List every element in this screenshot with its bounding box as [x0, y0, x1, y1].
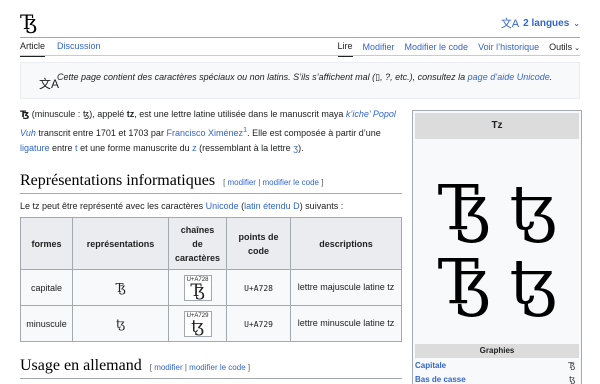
- table-header-row: formes représentations chaînes de caract…: [20, 217, 402, 270]
- glyph-box: U+A729 ꜩ: [183, 310, 212, 337]
- glyph-box: U+A728 Ꜩ: [183, 274, 212, 301]
- infobox-title: Tz: [415, 113, 579, 139]
- unicode-notice: 文A Cette page contient des caractères sp…: [20, 62, 580, 99]
- description-cell: lettre minuscule latine tz: [290, 305, 402, 342]
- form-cell: minuscule: [20, 305, 73, 342]
- edit-link[interactable]: modifier: [154, 363, 182, 372]
- glyph-cell: ꜩ: [72, 305, 169, 342]
- column-header: points de code: [226, 217, 292, 270]
- glyph-row: Ꜩ ꜩ: [437, 245, 557, 318]
- unicode-help-link[interactable]: page d’aide Unicode: [468, 72, 550, 82]
- table-row: capitale Ꜩ U+A728 Ꜩ U+A728 lettre majuscu…: [20, 269, 402, 306]
- column-header: chaînes de caractères: [167, 217, 228, 270]
- edit-source-link[interactable]: modifier le code: [189, 363, 245, 372]
- column-header: formes: [20, 217, 73, 270]
- codepoint-cell: U+A728: [226, 269, 292, 306]
- edit-link[interactable]: modifier: [228, 178, 256, 187]
- language-label: 2 langues: [523, 17, 570, 29]
- column-header: représentations: [72, 217, 169, 270]
- unicode-table: formes représentations chaînes de caract…: [20, 217, 402, 342]
- title-divider: [20, 37, 580, 38]
- tools-menu[interactable]: Outils ⌄: [549, 42, 580, 56]
- tab-edit[interactable]: Modifier: [363, 42, 395, 56]
- translate-icon: 文A: [500, 18, 520, 30]
- description-cell: lettre majuscule latine tz: [290, 269, 402, 306]
- infobox-row: Bas de casse ꜩ: [415, 375, 575, 384]
- tab-history[interactable]: Voir l’historique: [478, 42, 539, 56]
- char-string-cell: U+A728 Ꜩ: [167, 269, 228, 306]
- char-string-cell: U+A729 ꜩ: [167, 305, 228, 342]
- section-edit-links: [ modifier | modifier le code ]: [223, 178, 324, 187]
- glyph-row: Ꜩ ꜩ: [437, 171, 557, 244]
- language-button[interactable]: 文A 2 langues ⌄: [501, 15, 580, 31]
- intro-paragraph: Ꜩ (minuscule : ꜩ), appelé tz, est une le…: [20, 109, 396, 153]
- latin-extended-d-link[interactable]: latin étendu D: [244, 201, 300, 211]
- ximenez-link[interactable]: Francisco Ximénez: [166, 128, 243, 138]
- tab-edit-source[interactable]: Modifier le code: [405, 42, 469, 56]
- section-heading-german: Usage en allemand[ modifier | modifier l…: [20, 357, 402, 379]
- unicode-paragraph: Le tz peut être représenté avec les cara…: [20, 201, 344, 211]
- notice-text: Cette page contient des caractères spéci…: [57, 72, 553, 82]
- section-heading-representations: Représentations informatiques[ modifier …: [20, 172, 402, 194]
- form-cell: capitale: [20, 269, 73, 306]
- infobox: Tz Ꜩ ꜩ Ꜩ ꜩ Graphies Capitale Ꜩ Bas de cas…: [412, 110, 582, 384]
- codepoint-cell: U+A729: [226, 305, 292, 342]
- infobox-glyph-image: Ꜩ ꜩ Ꜩ ꜩ: [413, 171, 581, 319]
- tabs-divider: [20, 55, 580, 56]
- tools-label: Outils: [549, 42, 573, 52]
- chevron-down-icon: ⌄: [573, 18, 580, 28]
- edit-source-link[interactable]: modifier le code: [263, 178, 319, 187]
- unicode-link[interactable]: Unicode: [206, 201, 239, 211]
- table-row: minuscule ꜩ U+A729 ꜩ U+A729 lettre minusc…: [20, 305, 402, 342]
- chevron-down-icon: ⌄: [574, 45, 580, 52]
- infobox-row: Capitale Ꜩ: [415, 361, 575, 370]
- page-title: Ꜩ: [20, 12, 37, 34]
- ligature-link[interactable]: ligature: [20, 143, 50, 153]
- section-edit-links: [ modifier | modifier le code ]: [149, 363, 251, 372]
- column-header: descriptions: [290, 217, 402, 270]
- translate-icon: 文A: [39, 77, 60, 91]
- capitale-link[interactable]: Capitale: [415, 361, 446, 370]
- infobox-subheader: Graphies: [415, 344, 579, 358]
- glyph-cell: Ꜩ: [72, 269, 169, 306]
- bas-de-casse-link[interactable]: Bas de casse: [415, 375, 466, 384]
